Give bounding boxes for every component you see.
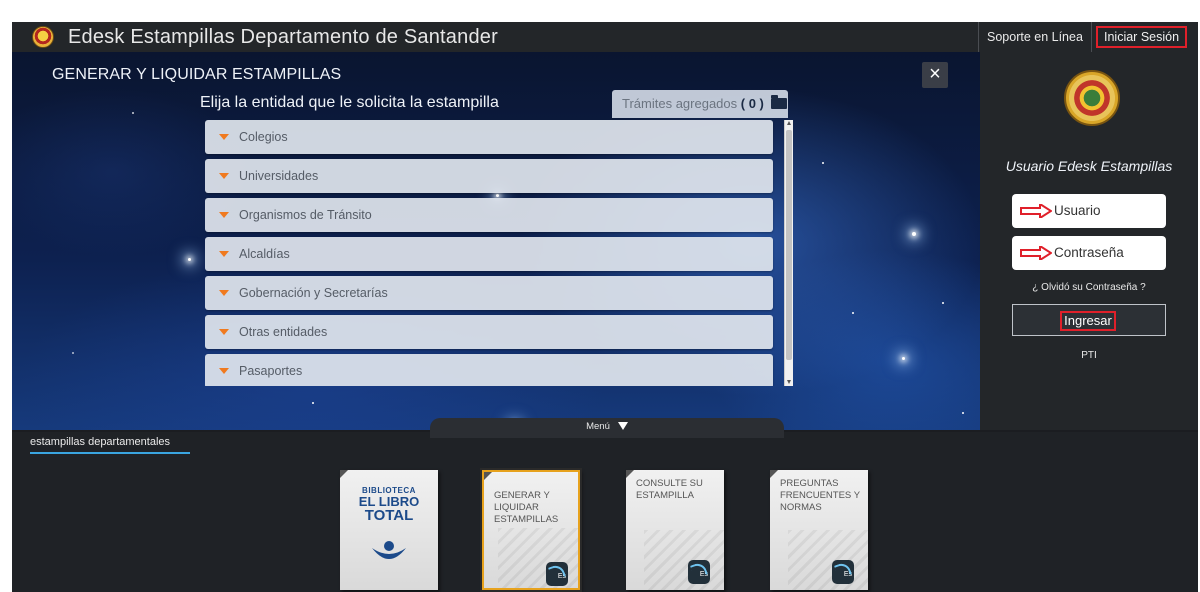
caret-down-icon: [219, 212, 229, 218]
caret-down-icon: [219, 251, 229, 257]
right-arrow-icon: [1020, 204, 1052, 218]
scroll-up-icon[interactable]: [787, 121, 791, 125]
app-window: Edesk Estampillas Departamento de Santan…: [12, 22, 1198, 592]
star-decoration: [942, 302, 944, 304]
caret-down-icon: [219, 173, 229, 179]
entity-item-pasaportes[interactable]: Pasaportes: [205, 354, 773, 386]
section-title: GENERAR Y LIQUIDAR ESTAMPILLAS: [52, 66, 342, 83]
pti-link[interactable]: PTI: [980, 350, 1198, 361]
tile-label: GENERAR Y LIQUIDAR ESTAMPILLAS: [494, 490, 559, 525]
right-arrow-icon: [1020, 246, 1052, 260]
entity-item-label: Organismos de Tránsito: [239, 208, 372, 222]
login-top-button[interactable]: Iniciar Sesión: [1096, 26, 1188, 48]
faq-norms-tile[interactable]: PREGUNTAS FRENCUENTES Y NORMAS Es: [770, 470, 868, 590]
tile-label: PREGUNTAS FRENCUENTES Y NORMAS: [780, 478, 860, 513]
library-logo: BIBLIOTECA EL LIBRO TOTAL: [352, 486, 426, 523]
caret-down-icon: [219, 134, 229, 140]
triangle-down-icon: [617, 422, 628, 430]
menu-toggle[interactable]: Menú: [430, 418, 784, 438]
entity-list-scrollbar[interactable]: [784, 120, 793, 386]
forgot-password-link[interactable]: ¿ Olvidó su Contraseña ?: [980, 282, 1198, 293]
entity-list: Colegios Universidades Organismos de Trá…: [205, 120, 793, 386]
tile-label: CONSULTE SU ESTAMPILLA: [636, 478, 703, 501]
consult-stamp-tile[interactable]: CONSULTE SU ESTAMPILLA Es: [626, 470, 724, 590]
star-decoration: [912, 232, 916, 236]
username-placeholder: Usuario: [1054, 203, 1101, 218]
menu-toggle-label: Menú: [586, 421, 610, 432]
department-seal-logo: [1064, 70, 1120, 126]
star-decoration: [72, 352, 74, 354]
estampillas-app-icon: Es: [546, 562, 568, 586]
close-button[interactable]: ×: [922, 62, 948, 88]
star-decoration: [962, 412, 964, 414]
star-decoration: [312, 402, 314, 404]
login-submit-label: Ingresar: [1060, 311, 1116, 331]
password-placeholder: Contraseña: [1054, 245, 1124, 260]
tile-pattern: [644, 530, 724, 590]
estampillas-app-icon: Es: [832, 560, 854, 584]
tab-estampillas-departamentales[interactable]: estampillas departamentales: [30, 436, 190, 454]
login-submit-button[interactable]: Ingresar: [1012, 304, 1166, 336]
star-decoration: [188, 258, 191, 261]
added-procedures-count: ( 0 ): [740, 96, 764, 111]
star-decoration: [902, 357, 905, 360]
scroll-thumb[interactable]: [786, 130, 792, 360]
space-background: GENERAR Y LIQUIDAR ESTAMPILLAS × Elija l…: [12, 52, 980, 430]
entity-item-label: Gobernación y Secretarías: [239, 286, 388, 300]
top-bar: Edesk Estampillas Departamento de Santan…: [12, 22, 1198, 52]
reader-figure-icon: [372, 541, 406, 559]
star-decoration: [132, 112, 134, 114]
entity-item-label: Universidades: [239, 169, 319, 183]
library-tile[interactable]: BIBLIOTECA EL LIBRO TOTAL: [340, 470, 438, 590]
added-procedures-button[interactable]: Trámites agregados ( 0 ): [612, 90, 788, 118]
entity-item-label: Alcaldías: [239, 247, 290, 261]
entity-prompt: Elija la entidad que le solicita la esta…: [200, 94, 499, 111]
entity-item-universidades[interactable]: Universidades: [205, 159, 773, 193]
entity-item-otras[interactable]: Otras entidades: [205, 315, 773, 349]
star-decoration: [822, 162, 824, 164]
entity-item-label: Colegios: [239, 130, 288, 144]
login-panel: Usuario Edesk Estampillas Usuario Contra…: [980, 52, 1198, 430]
password-field[interactable]: Contraseña: [1012, 236, 1166, 270]
entity-item-label: Pasaportes: [239, 364, 303, 378]
entity-item-gobernacion[interactable]: Gobernación y Secretarías: [205, 276, 773, 310]
estampillas-app-icon: Es: [688, 560, 710, 584]
santander-logo-icon: [32, 26, 54, 48]
scroll-down-icon[interactable]: [787, 380, 791, 384]
tile-pattern: [788, 530, 868, 590]
caret-down-icon: [219, 290, 229, 296]
username-field[interactable]: Usuario: [1012, 194, 1166, 228]
support-online-link[interactable]: Soporte en Línea: [978, 22, 1092, 52]
entity-item-transito[interactable]: Organismos de Tránsito: [205, 198, 773, 232]
login-panel-title: Usuario Edesk Estampillas: [1005, 158, 1173, 174]
entity-item-label: Otras entidades: [239, 325, 328, 339]
entity-item-colegios[interactable]: Colegios: [205, 120, 773, 154]
star-decoration: [852, 312, 854, 314]
library-logo-line3: TOTAL: [364, 507, 414, 524]
app-title: Edesk Estampillas Departamento de Santan…: [68, 25, 498, 48]
folder-icon: [770, 95, 787, 109]
bottom-menu-area: estampillas departamentales BIBLIOTECA E…: [12, 432, 1198, 592]
caret-down-icon: [219, 329, 229, 335]
generate-stamps-tile[interactable]: GENERAR Y LIQUIDAR ESTAMPILLAS Es: [480, 468, 582, 592]
caret-down-icon: [219, 368, 229, 374]
added-procedures-label: Trámites agregados: [622, 96, 738, 111]
entity-item-alcaldias[interactable]: Alcaldías: [205, 237, 773, 271]
